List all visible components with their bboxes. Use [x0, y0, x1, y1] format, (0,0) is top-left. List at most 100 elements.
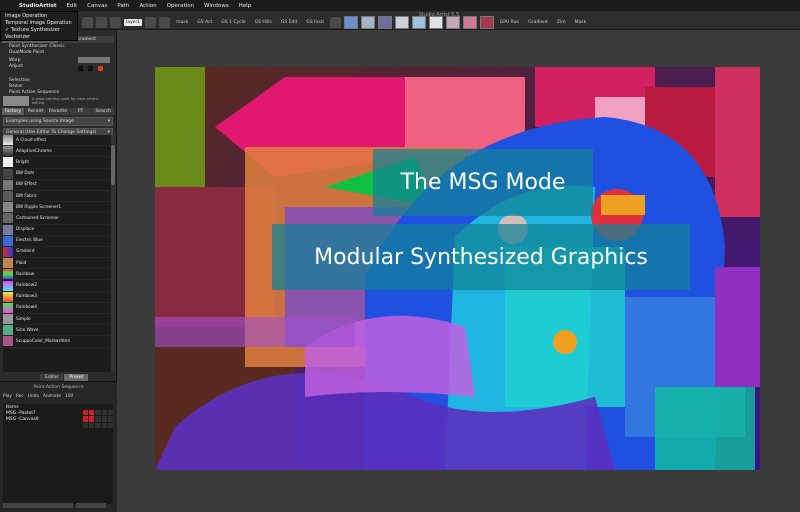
menu-edit[interactable]: Edit	[62, 3, 83, 9]
list-item[interactable]: Sine Wave	[3, 325, 111, 337]
menu-windows[interactable]: Windows	[199, 3, 234, 9]
list-item[interactable]: AdaptiveChrome	[3, 146, 111, 158]
preset-tabs: Factory Recent Favorite PT Search	[2, 108, 114, 115]
preset-tab[interactable]: Preset	[64, 374, 89, 381]
preset-thumb-icon	[3, 235, 13, 246]
sequence-panel-title: Paint Action Sequence	[33, 385, 84, 390]
list-item[interactable]: BW Fabric	[3, 191, 111, 203]
list-item[interactable]: Gradient	[3, 246, 111, 259]
mask-button[interactable]: Mask	[575, 20, 587, 25]
zoom-button[interactable]: Zlm	[557, 20, 566, 25]
list-item[interactable]: ScuppoColor_Martwritten	[3, 336, 111, 348]
menu-item-texture-synthesizer[interactable]: ✓ Texture Synthesizer	[1, 26, 77, 33]
color-chips	[78, 66, 103, 71]
list-item[interactable]: BW Dots	[3, 168, 111, 180]
editor-preset-switch: Editor Preset	[40, 374, 89, 381]
gs-cycle-button[interactable]: GS 1 Cycle	[221, 20, 245, 25]
preset-thumb-icon	[3, 213, 13, 224]
tab-search[interactable]: Search	[92, 108, 114, 115]
list-item[interactable]: Rainbow2	[3, 280, 111, 292]
preset-thumb-icon	[3, 336, 13, 347]
main-toolbar: Studio Artist 5.5 layer1 mask GS Act GS …	[78, 11, 800, 30]
list-item[interactable]: Bright	[3, 157, 111, 169]
tab-recent[interactable]: Recent	[24, 108, 47, 115]
list-item[interactable]: Simple	[3, 314, 111, 326]
list-item[interactable]: Rainbow4	[3, 302, 111, 314]
mask-toggle[interactable]: mask	[176, 20, 188, 25]
preset-list-scrollbar[interactable]	[111, 135, 115, 372]
list-item[interactable]: Electric Blue	[3, 235, 111, 247]
chevron-down-icon: ▾	[107, 119, 110, 124]
rec-button[interactable]: Rec	[16, 394, 24, 399]
gradient-button[interactable]: Gradient	[528, 20, 548, 25]
preset-list: A Cloud effect AdaptiveChrome Bright BW …	[3, 135, 111, 372]
menu-item-image-operation[interactable]: Image Operation	[1, 12, 77, 19]
menu-operation[interactable]: Operation	[162, 3, 199, 9]
list-item[interactable]: Displace	[3, 224, 111, 236]
frame-count-field[interactable]: 100	[65, 394, 73, 399]
tab-factory[interactable]: Factory	[2, 108, 24, 115]
preset-thumb-icon	[3, 302, 13, 313]
paint-icon[interactable]	[145, 16, 157, 28]
list-item[interactable]: Rainbow	[3, 269, 111, 281]
menu-studioartist[interactable]: StudioArtist	[14, 3, 62, 9]
preset-thumb-icon	[3, 191, 13, 202]
category-select[interactable]: Examples using Source Image ▾	[3, 117, 113, 126]
caption-title: The MSG Mode	[373, 149, 593, 216]
play-button[interactable]: Play	[3, 394, 12, 399]
list-item[interactable]: BW Ripple Screener1	[3, 202, 111, 214]
black-chip-icon[interactable]	[78, 66, 83, 71]
list-item[interactable]: Plaid	[3, 258, 111, 270]
preset-thumb-icon	[3, 135, 13, 146]
list-item[interactable]: Rainbow3	[3, 291, 111, 303]
menu-path[interactable]: Path	[112, 3, 134, 9]
orange-chip-icon[interactable]	[98, 66, 103, 71]
preset-thumb-icon	[3, 168, 13, 179]
gs-hills-button[interactable]: GS Hills	[255, 20, 272, 25]
footer-field[interactable]	[3, 503, 73, 508]
gs-edit-button[interactable]: GS Edit	[281, 20, 298, 25]
preset-thumb-icon	[3, 314, 13, 325]
layer-field[interactable]: layer1	[124, 18, 143, 26]
brush-icon[interactable]	[82, 16, 93, 28]
scrollbar-thumb[interactable]	[111, 145, 115, 185]
footer-field[interactable]	[76, 503, 106, 508]
paint-action-sequence-item[interactable]: Paint Action Sequence	[0, 89, 116, 95]
preset-thumb-icon	[3, 146, 13, 157]
preset-preview-icon	[3, 96, 29, 106]
undo-button[interactable]: Undo	[28, 394, 39, 399]
black-chip-icon[interactable]	[88, 66, 93, 71]
window-title: Studio Artist 5.5	[418, 12, 460, 18]
stroke-icon[interactable]	[159, 16, 171, 28]
menu-action[interactable]: Action	[134, 3, 161, 9]
operation-dropdown-menu: Image Operation Temporal Image Operation…	[0, 11, 78, 41]
list-item[interactable]: Cartooned Screener	[3, 213, 111, 225]
tab-favorite[interactable]: Favorite	[47, 108, 69, 115]
preset-thumb-icon	[3, 179, 13, 190]
menu-bar: StudioArtist Edit Canvas Path Action Ope…	[0, 0, 800, 11]
gpu-run-button[interactable]: GPU Run	[500, 20, 520, 25]
hint-text: A great starting point for more artistic…	[31, 97, 99, 105]
menu-item-temporal-image-operation[interactable]: Temporal Image Operation	[1, 19, 77, 26]
gs-instl-button[interactable]: GS Instl	[306, 20, 323, 25]
list-item[interactable]: A Cloud effect	[3, 135, 111, 147]
select-icon[interactable]	[96, 16, 107, 28]
editor-tab[interactable]: Editor	[40, 374, 64, 381]
magnifier-icon[interactable]	[110, 16, 121, 28]
sequence-list: Items MSG -Pastel7 MSG -Canvas9	[3, 404, 113, 504]
tab-pt[interactable]: PT	[69, 108, 92, 115]
slider-track[interactable]	[78, 57, 110, 63]
menu-item-vectorizer[interactable]: Vectorizer	[1, 33, 77, 40]
canvas-artwork[interactable]: The MSG Mode Modular Synthesized Graphic…	[155, 67, 760, 470]
menu-help[interactable]: Help	[234, 3, 257, 9]
caption-subtitle: Modular Synthesized Graphics	[272, 224, 690, 290]
gs-act-button[interactable]: GS Act	[197, 20, 212, 25]
preset-thumb-icon	[3, 246, 13, 257]
list-item[interactable]: BW Effect	[3, 179, 111, 191]
animate-button[interactable]: Animate	[43, 394, 61, 399]
menu-canvas[interactable]: Canvas	[82, 3, 112, 9]
keyframe-grid	[83, 410, 113, 428]
adjust-item[interactable]: Adjust	[0, 63, 32, 69]
heart-icon[interactable]	[329, 16, 341, 28]
sequence-controls: Play Rec Undo Animate 100	[0, 390, 117, 401]
